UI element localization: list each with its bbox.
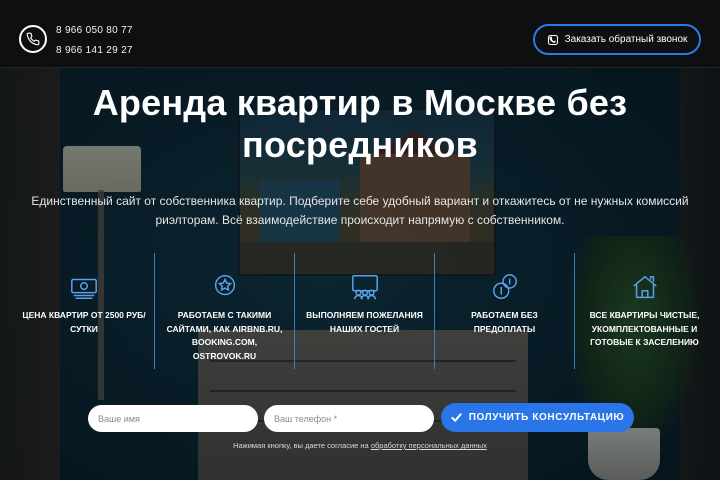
phone-icon[interactable] <box>19 25 47 53</box>
consent-note: Нажимая кнопку, вы даете согласие на обр… <box>160 441 560 450</box>
money-icon <box>64 271 104 303</box>
header: 8 966 050 80 77 8 966 141 29 27 Заказать… <box>0 0 720 68</box>
features-row: Цена квартир от 2500 руб/сутки Работаем … <box>14 253 714 369</box>
callback-button[interactable]: Заказать обратный звонок <box>533 24 701 55</box>
star-badge-icon <box>205 271 245 303</box>
feature-price: Цена квартир от 2500 руб/сутки <box>14 253 154 369</box>
callback-button-label: Заказать обратный звонок <box>564 34 688 45</box>
phone-number[interactable]: 8 966 050 80 77 <box>56 21 133 41</box>
page-title: Аренда квартир в Москве без посредников <box>92 82 628 165</box>
name-input[interactable] <box>88 405 258 432</box>
group-icon <box>345 271 385 303</box>
feature-text: Выполняем пожелания наших гостей <box>306 310 423 334</box>
feature-no-prepay: Работаем без предоплаты <box>434 253 574 369</box>
feature-clean: Все квартиры чистые, укомплектованные и … <box>574 253 714 369</box>
phone-input[interactable] <box>264 405 434 432</box>
house-icon <box>625 271 665 303</box>
coins-icon <box>485 271 525 303</box>
phone-icon <box>547 34 558 45</box>
consent-text: Нажимая кнопку, вы даете согласие на <box>233 441 369 450</box>
feature-wishes: Выполняем пожелания наших гостей <box>294 253 434 369</box>
feature-text: Цена квартир от 2500 руб/сутки <box>22 310 146 334</box>
check-icon <box>451 413 462 422</box>
phone-numbers: 8 966 050 80 77 8 966 141 29 27 <box>56 21 133 61</box>
phone-number[interactable]: 8 966 141 29 27 <box>56 41 133 61</box>
feature-text: Работаем с такими сайтами, как airbnb.ru… <box>166 310 283 361</box>
feature-text: Работаем без предоплаты <box>471 310 538 334</box>
consultation-form: ПОЛУЧИТЬ КОНСУЛЬТАЦИЮ <box>88 403 634 432</box>
submit-button-label: ПОЛУЧИТЬ КОНСУЛЬТАЦИЮ <box>468 412 625 423</box>
submit-button[interactable]: ПОЛУЧИТЬ КОНСУЛЬТАЦИЮ <box>441 403 634 432</box>
hero-subtitle: Единственный сайт от собственника кварти… <box>31 194 689 227</box>
privacy-link[interactable]: обработку персональных данных <box>371 441 487 450</box>
feature-partners: Работаем с такими сайтами, как airbnb.ru… <box>154 253 294 369</box>
feature-text: Все квартиры чистые, укомплектованные и … <box>589 310 700 347</box>
